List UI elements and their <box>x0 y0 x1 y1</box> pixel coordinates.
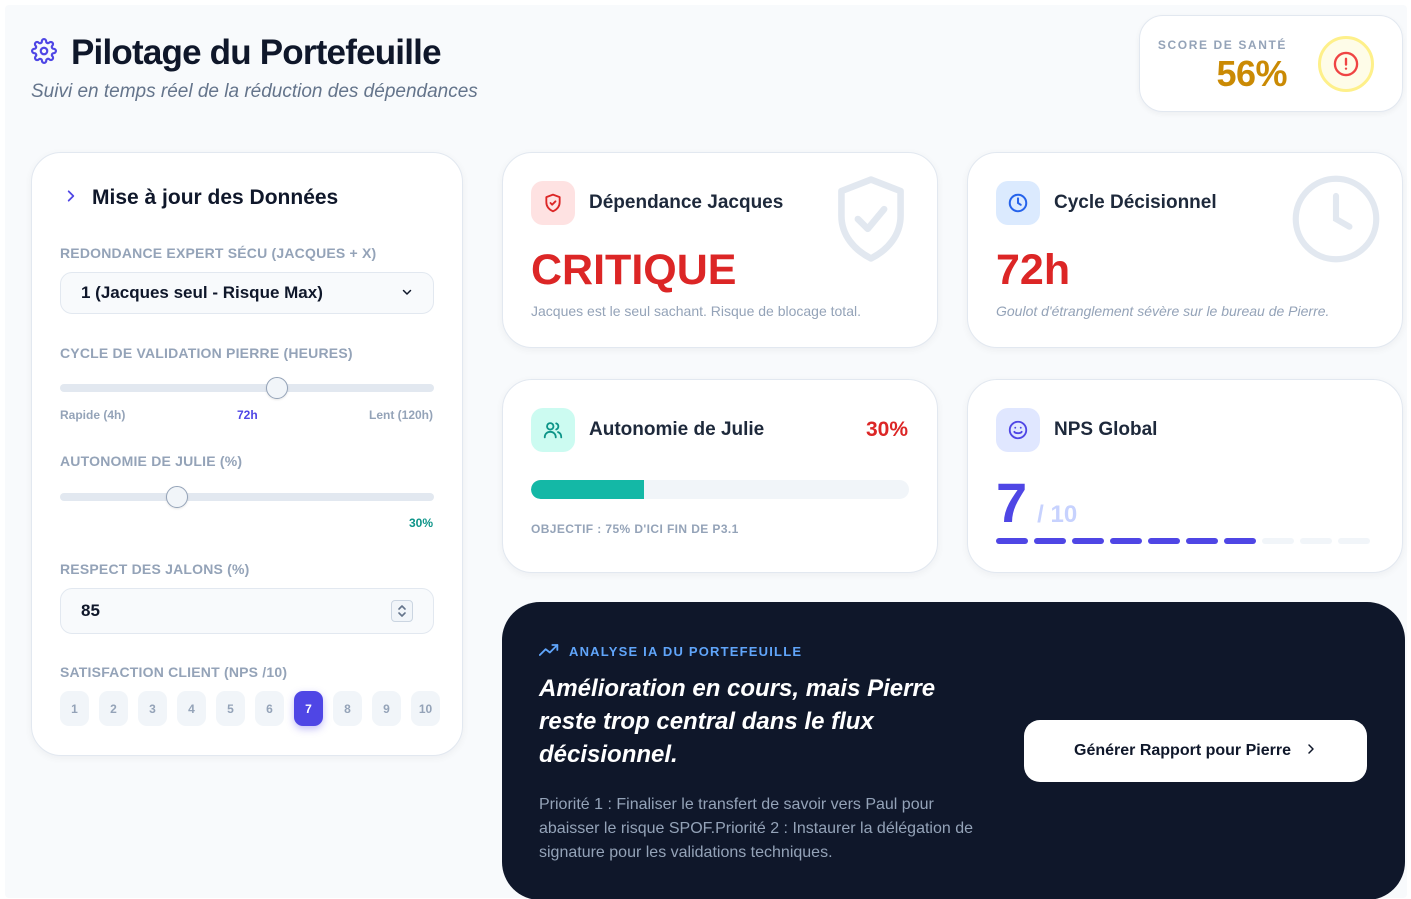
nps-option-button[interactable]: 5 <box>216 691 245 726</box>
ai-analysis-tag: ANALYSE IA DU PORTEFEUILLE <box>538 643 803 660</box>
kpi-card-cycle: Cycle Décisionnel 72h Goulot d'étranglem… <box>967 152 1403 348</box>
chevron-right-icon <box>1305 742 1317 760</box>
panel-title: Mise à jour des Données <box>92 186 339 209</box>
data-update-panel: Mise à jour des Données REDONDANCE EXPER… <box>31 152 463 756</box>
health-score-label: SCORE DE SANTÉ <box>1157 38 1287 52</box>
stepper-icon[interactable] <box>391 600 413 622</box>
nps-segment <box>1224 538 1256 544</box>
nps-score: 7 / 10 <box>996 470 1077 535</box>
kpi-title-autonomy: Autonomie de Julie <box>589 419 765 440</box>
cycle-label: CYCLE DE VALIDATION PIERRE (HEURES) <box>60 345 353 361</box>
page-subtitle: Suivi en temps réel de la réduction des … <box>31 81 478 102</box>
nps-option-button[interactable]: 9 <box>372 691 401 726</box>
autonomy-progress-fill <box>531 480 645 499</box>
nps-option-button[interactable]: 10 <box>411 691 440 726</box>
users-icon <box>531 408 575 452</box>
cycle-slider-track <box>60 384 434 392</box>
kpi-card-autonomy: Autonomie de Julie 30% OBJECTIF : 75% D'… <box>502 379 938 573</box>
nps-score-value: 7 <box>996 471 1028 534</box>
kpi-card-nps: NPS Global 7 / 10 <box>967 379 1403 573</box>
autonomy-progress-bar <box>531 480 909 499</box>
nps-option-button[interactable]: 1 <box>60 691 89 726</box>
nps-segment <box>1110 538 1142 544</box>
shield-check-bg-icon <box>831 173 911 270</box>
autonomy-current-label: 30% <box>408 516 433 530</box>
page-title: Pilotage du Portefeuille <box>71 33 442 72</box>
chevron-right-icon <box>64 189 78 208</box>
milestones-label: RESPECT DES JALONS (%) <box>60 561 250 577</box>
nps-segment <box>1034 538 1066 544</box>
nps-segment <box>1072 538 1104 544</box>
panel-header: Mise à jour des Données <box>64 186 338 210</box>
ai-analysis-card: ANALYSE IA DU PORTEFEUILLE Amélioration … <box>502 602 1405 899</box>
nps-segment <box>1148 538 1180 544</box>
clock-icon <box>996 181 1040 225</box>
redundancy-selected-value: 1 (Jacques seul - Risque Max) <box>81 283 323 302</box>
nps-option-button[interactable]: 2 <box>99 691 128 726</box>
ai-analysis-body: Priorité 1 : Finaliser le transfert de s… <box>539 796 974 861</box>
autonomy-objective: OBJECTIF : 75% D'ICI FIN DE P3.1 <box>531 522 739 536</box>
cycle-min-label: Rapide (4h) <box>60 408 126 422</box>
kpi-value-jacques: CRITIQUE <box>531 246 737 294</box>
autonomy-slider-track <box>60 493 434 501</box>
health-score-value: 56% <box>1216 53 1287 94</box>
nps-segment-bar <box>996 538 1370 544</box>
milestones-input[interactable]: 85 <box>60 588 434 634</box>
redundancy-select[interactable]: 1 (Jacques seul - Risque Max) <box>60 272 434 314</box>
trending-up-icon <box>538 643 559 660</box>
nps-segment <box>1300 538 1332 544</box>
ai-analysis-tag-text: ANALYSE IA DU PORTEFEUILLE <box>569 644 803 659</box>
page-header: Pilotage du Portefeuille Suivi en temps … <box>31 33 478 103</box>
nps-option-button[interactable]: 6 <box>255 691 284 726</box>
smile-icon <box>996 408 1040 452</box>
kpi-desc-cycle: Goulot d'étranglement sévère sur le bure… <box>996 303 1330 319</box>
gear-icon <box>31 37 57 69</box>
generate-report-button[interactable]: Générer Rapport pour Pierre <box>1024 720 1367 782</box>
generate-report-label: Générer Rapport pour Pierre <box>1074 742 1291 759</box>
autonomy-slider-thumb[interactable] <box>165 486 188 508</box>
kpi-value-cycle: 72h <box>996 246 1071 294</box>
cycle-current-label: 72h <box>237 408 258 422</box>
nps-label: SATISFACTION CLIENT (NPS /10) <box>60 664 288 680</box>
alert-circle-icon <box>1318 36 1374 92</box>
nps-score-denominator: / 10 <box>1037 501 1078 528</box>
chevron-down-icon <box>401 283 413 303</box>
redundancy-label: REDONDANCE EXPERT SÉCU (JACQUES + X) <box>60 245 377 261</box>
cycle-max-label: Lent (120h) <box>368 408 433 422</box>
nps-option-button[interactable]: 7 <box>294 691 323 726</box>
kpi-value-autonomy: 30% <box>865 418 908 441</box>
nps-option-button[interactable]: 8 <box>333 691 362 726</box>
autonomy-slider[interactable] <box>60 486 434 508</box>
ai-analysis-headline: Amélioration en cours, mais Pierre reste… <box>539 675 936 768</box>
kpi-title-cycle: Cycle Décisionnel <box>1054 192 1217 213</box>
nps-segment <box>1338 538 1370 544</box>
shield-icon <box>531 181 575 225</box>
dashboard-canvas: Pilotage du Portefeuille Suivi en temps … <box>5 5 1407 899</box>
nps-segment <box>1186 538 1218 544</box>
nps-option-button[interactable]: 3 <box>138 691 167 726</box>
clock-bg-icon <box>1290 173 1382 270</box>
nps-option-button[interactable]: 4 <box>177 691 206 726</box>
milestones-value: 85 <box>81 601 100 620</box>
cycle-slider-thumb[interactable] <box>266 377 289 399</box>
kpi-card-jacques: Dépendance Jacques CRITIQUE Jacques est … <box>502 152 938 348</box>
kpi-title-jacques: Dépendance Jacques <box>589 192 784 213</box>
health-score-card: SCORE DE SANTÉ 56% <box>1139 15 1403 112</box>
nps-selector: 1 2 3 4 5 6 7 8 9 10 <box>60 691 440 726</box>
nps-segment <box>1262 538 1294 544</box>
nps-segment <box>996 538 1028 544</box>
kpi-desc-jacques: Jacques est le seul sachant. Risque de b… <box>531 303 861 319</box>
kpi-title-nps: NPS Global <box>1054 419 1158 440</box>
cycle-slider[interactable] <box>60 377 434 399</box>
autonomy-label: AUTONOMIE DE JULIE (%) <box>60 453 243 469</box>
